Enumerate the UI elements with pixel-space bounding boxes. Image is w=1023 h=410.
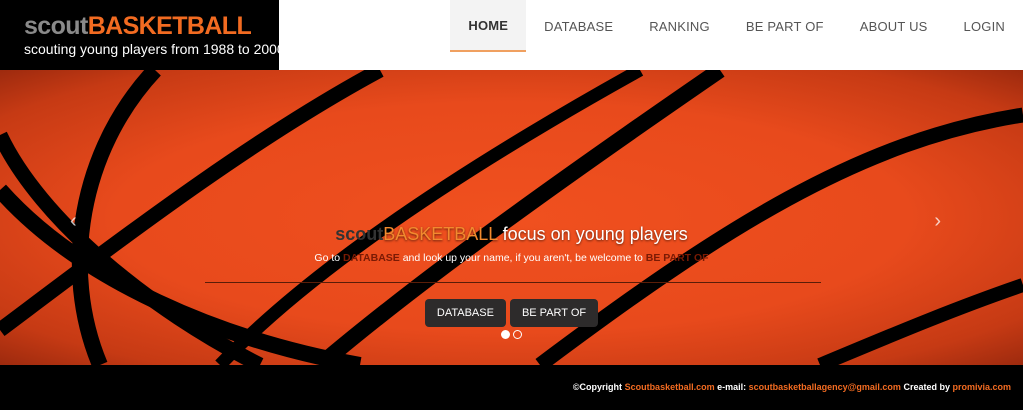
site-header: scoutBASKETBALL scouting young players f… xyxy=(0,0,1023,70)
slide-caption: scoutBASKETBALL focus on young players G… xyxy=(0,224,1023,264)
be-part-of-button[interactable]: BE PART OF xyxy=(509,299,599,327)
footer-creator-link[interactable]: promivia.com xyxy=(952,382,1011,392)
footer-text: ©Copyright Scoutbasketball.com e-mail: s… xyxy=(573,382,1011,392)
carousel-indicators xyxy=(0,330,1023,339)
nav-about-us[interactable]: ABOUT US xyxy=(842,0,946,52)
footer-created-label: Created by xyxy=(900,382,953,392)
slide-title: scoutBASKETBALL focus on young players xyxy=(0,224,1023,245)
database-button[interactable]: DATABASE xyxy=(424,299,506,327)
logo-tagline: scouting young players from 1988 to 2000 xyxy=(24,41,285,57)
carousel-dot-2[interactable] xyxy=(513,330,522,339)
carousel-dot-1[interactable] xyxy=(501,330,510,339)
logo-title: scoutBASKETBALL xyxy=(24,13,279,39)
logo[interactable]: scoutBASKETBALL scouting young players f… xyxy=(0,0,285,70)
footer-email-label: e-mail: xyxy=(714,382,749,392)
hero-buttons: DATABASE BE PART OF xyxy=(0,299,1023,327)
logo-basketball: BASKETBALL xyxy=(87,12,252,40)
slide-title-scout: scout xyxy=(335,224,384,244)
hero-carousel: ‹ › scoutBASKETBALL focus on young playe… xyxy=(0,70,1023,365)
nav-ranking[interactable]: RANKING xyxy=(631,0,728,52)
slide-sub-be-part-of-link[interactable]: BE PART OF xyxy=(646,252,709,264)
site-footer: ©Copyright Scoutbasketball.com e-mail: s… xyxy=(0,365,1023,410)
slide-sub-part1: Go to xyxy=(314,252,344,264)
nav-home[interactable]: HOME xyxy=(450,0,527,52)
slide-sub-database-link[interactable]: DATABASE xyxy=(343,252,400,264)
nav-login[interactable]: LOGIN xyxy=(946,0,1023,52)
footer-copyright: ©Copyright xyxy=(572,382,625,392)
main-nav: HOME DATABASE RANKING BE PART OF ABOUT U… xyxy=(450,0,1023,52)
footer-email-link[interactable]: scoutbasketballagency@gmail.com xyxy=(749,382,901,392)
slide-sub-part2: and look up your name, if you aren't, be… xyxy=(399,252,646,264)
slide-subtitle: Go to DATABASE and look up your name, if… xyxy=(0,252,1023,264)
caption-divider xyxy=(205,282,821,283)
nav-be-part-of[interactable]: BE PART OF xyxy=(728,0,842,52)
nav-database[interactable]: DATABASE xyxy=(526,0,631,52)
slide-title-basketball: BASKETBALL xyxy=(383,224,498,244)
footer-site-link[interactable]: Scoutbasketball.com xyxy=(625,382,715,392)
logo-scout: scout xyxy=(24,12,88,40)
slide-title-rest: focus on young players xyxy=(497,224,688,244)
